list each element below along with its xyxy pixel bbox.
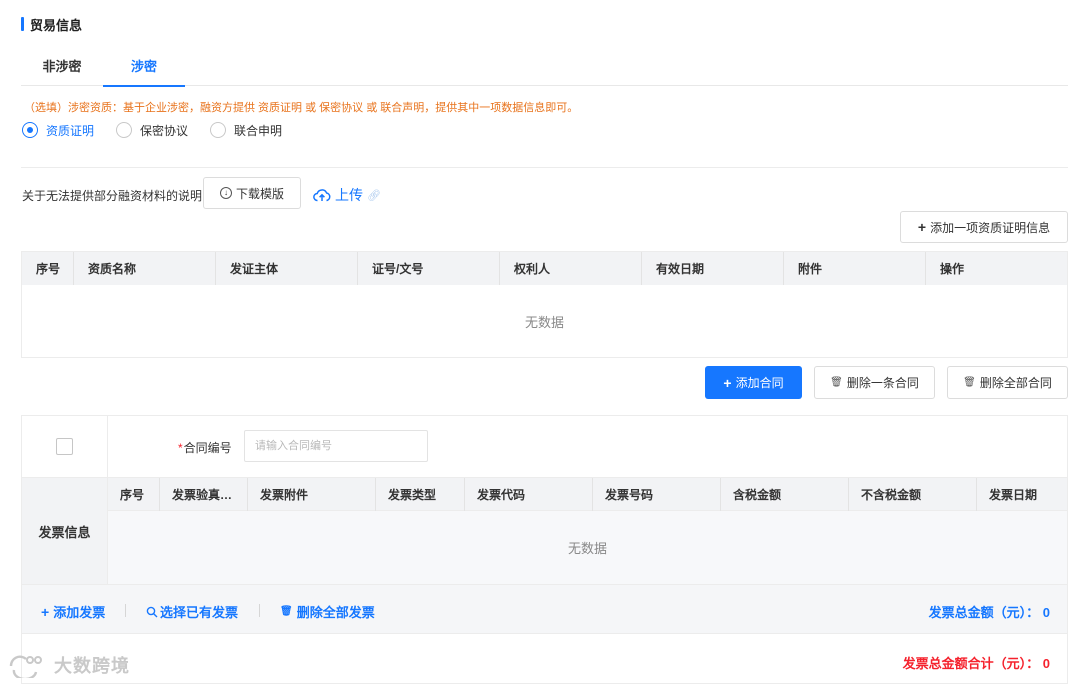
- table-header: 序号 资质名称 发证主体 证号/文号 权利人 有效日期 附件 操作: [22, 252, 1067, 285]
- contract-number-label: *合同编号: [178, 439, 232, 456]
- secrecy-tabs: 非涉密 涉密: [21, 54, 1068, 87]
- invoice-total: 发票总金额（元）： 0: [928, 605, 1050, 620]
- column-header: 附件: [784, 252, 926, 285]
- column-header: 资质名称: [74, 252, 216, 285]
- contract-header-row: *合同编号: [22, 416, 1067, 478]
- delete-all-contracts-label: 删除全部合同: [979, 376, 1052, 390]
- radio-label: 联合申明: [234, 123, 283, 138]
- contract-checkbox[interactable]: [56, 438, 73, 455]
- empty-state: 无数据: [108, 511, 1067, 584]
- radio-circle-icon: [116, 122, 133, 138]
- column-header: 证号/文号: [358, 252, 500, 285]
- select-cell: [22, 416, 108, 477]
- download-template-label: 下载模版: [235, 186, 284, 201]
- column-header: 操作: [940, 262, 965, 276]
- column-header: 发票代码: [465, 478, 593, 511]
- add-qualification-label: 添加一项资质证明信息: [930, 220, 1051, 235]
- qualification-radio-group: 资质证明 保密协议 联合申明: [22, 120, 304, 140]
- contract-number-text: 合同编号: [183, 441, 232, 455]
- column-header: 有效日期: [642, 252, 784, 285]
- section-title: 贸易信息: [30, 17, 83, 33]
- radio-circle-icon: [22, 122, 38, 138]
- column-header: 发票附件: [248, 478, 376, 511]
- secrecy-tip: （选填）涉密资质：基于企业涉密，融资方提供 资质证明 或 保密协议 或 联合声明…: [24, 102, 579, 114]
- separator: [125, 604, 126, 617]
- invoice-grand-total: 发票总金额合计（元）： 0: [902, 656, 1050, 671]
- download-template-button[interactable]: ↓ 下载模版: [203, 177, 301, 209]
- select-existing-invoice-label: 选择已有发票: [160, 605, 239, 620]
- delete-all-invoices-label: 删除全部发票: [296, 605, 375, 620]
- contract-number-input[interactable]: [244, 430, 428, 462]
- link-icon: 🔗︎: [367, 189, 381, 202]
- section-accent-bar: [21, 17, 24, 31]
- search-icon: [146, 606, 158, 617]
- add-invoice-label: 添加发票: [53, 605, 106, 620]
- contract-card: *合同编号 发票信息 序号 发票验真… 发票附件 发票类型 发票代码 发票号码 …: [21, 415, 1068, 684]
- plus-icon: +: [917, 219, 927, 235]
- add-qualification-button[interactable]: + 添加一项资质证明信息: [900, 211, 1068, 243]
- plus-icon: +: [41, 603, 50, 620]
- download-icon: ↓: [219, 187, 232, 199]
- delete-one-contract-label: 删除一条合同: [846, 376, 919, 390]
- trash-icon: 🗑︎: [963, 377, 976, 388]
- section-header: 贸易信息: [21, 15, 82, 33]
- table-header: 序号 发票验真… 发票附件 发票类型 发票代码 发票号码 含税金额 不含税金额 …: [108, 478, 1067, 511]
- column-header: 发票日期: [989, 488, 1038, 502]
- required-mark: *: [178, 441, 183, 455]
- column-header: 含税金额: [721, 478, 849, 511]
- trash-icon: 🗑︎: [280, 606, 293, 617]
- invoice-actions-row: + 添加发票 选择已有发票 🗑︎ 删除全部发票 发票总金额（元）： 0: [22, 584, 1067, 634]
- radio-confidentiality-agreement[interactable]: 保密协议: [116, 122, 188, 139]
- delete-all-invoices-button[interactable]: 🗑︎ 删除全部发票: [259, 602, 375, 621]
- radio-label: 资质证明: [46, 123, 95, 138]
- add-invoice-button[interactable]: + 添加发票: [41, 602, 105, 621]
- radio-label: 保密协议: [140, 123, 189, 138]
- radio-qualification-proof[interactable]: 资质证明: [22, 122, 94, 139]
- tab-secret[interactable]: 涉密: [103, 54, 185, 87]
- empty-state: 无数据: [524, 314, 564, 330]
- select-existing-invoice-button[interactable]: 选择已有发票: [125, 602, 239, 621]
- watermark-text: 大数跨境: [54, 656, 130, 676]
- radio-circle-icon: [210, 122, 227, 138]
- trash-icon: 🗑︎: [830, 377, 843, 388]
- cloud-upload-icon: [313, 189, 331, 202]
- upload-label: 上传: [335, 187, 363, 203]
- add-contract-label: 添加合同: [735, 376, 784, 390]
- column-header: 不含税金额: [849, 478, 977, 511]
- column-header: 发证主体: [216, 252, 358, 285]
- column-header: 发票类型: [376, 478, 465, 511]
- radio-joint-statement[interactable]: 联合申明: [210, 122, 282, 139]
- watermark-logo: 大数跨境: [8, 652, 130, 678]
- divider: [21, 167, 1068, 168]
- qualification-table: 序号 资质名称 发证主体 证号/文号 权利人 有效日期 附件 操作 无数据: [21, 251, 1068, 358]
- delete-one-contract-button[interactable]: 🗑︎ 删除一条合同: [814, 366, 935, 399]
- upload-button[interactable]: 上传 🔗︎: [313, 185, 381, 205]
- separator: [259, 604, 260, 617]
- material-description-label: 关于无法提供部分融资材料的说明: [22, 189, 203, 203]
- column-header: 发票号码: [593, 478, 721, 511]
- plus-icon: +: [723, 374, 732, 391]
- column-header: 序号: [22, 252, 74, 285]
- column-header: 发票验真…: [160, 478, 248, 511]
- add-contract-button[interactable]: + 添加合同: [705, 366, 802, 399]
- column-header: 序号: [108, 478, 160, 511]
- column-header: 权利人: [500, 252, 642, 285]
- invoice-section-label: 发票信息: [22, 478, 108, 584]
- invoice-table: 序号 发票验真… 发票附件 发票类型 发票代码 发票号码 含税金额 不含税金额 …: [108, 478, 1067, 584]
- brand-logo-icon: [9, 655, 42, 678]
- tab-non-secret[interactable]: 非涉密: [21, 54, 103, 86]
- delete-all-contracts-button[interactable]: 🗑︎ 删除全部合同: [947, 366, 1068, 399]
